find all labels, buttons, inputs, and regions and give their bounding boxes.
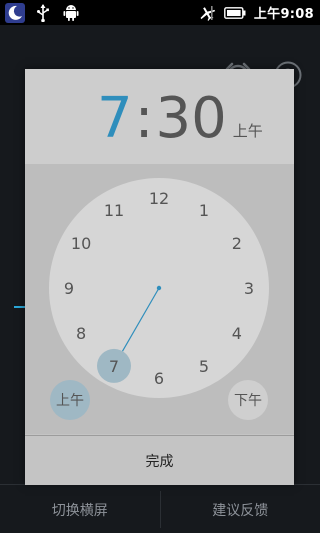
clock-number-2[interactable]: 2 bbox=[232, 234, 242, 253]
hour-display[interactable]: 7 bbox=[97, 91, 133, 147]
rotate-screen-button[interactable]: 切换横屏 bbox=[0, 485, 160, 533]
time-display: 7 : 30 上午 bbox=[97, 87, 263, 147]
moon-icon bbox=[4, 2, 26, 23]
minute-display[interactable]: 30 bbox=[156, 91, 227, 147]
status-time: 上午9:08 bbox=[253, 7, 314, 22]
clock-number-6[interactable]: 6 bbox=[154, 369, 164, 388]
status-left-icons bbox=[4, 2, 88, 23]
clock-center-dot bbox=[156, 285, 162, 291]
done-button[interactable]: 完成 bbox=[25, 435, 294, 485]
time-picker-dialog: 7 : 30 上午 12 1 2 3 4 5 6 7 8 9 10 11 上午 下午 完成 bbox=[25, 69, 294, 485]
battery-icon bbox=[223, 6, 246, 19]
pm-button[interactable]: 下午 bbox=[228, 380, 268, 420]
clock-number-12[interactable]: 12 bbox=[149, 189, 169, 208]
usb-icon bbox=[32, 3, 54, 23]
status-bar: 上午9:08 bbox=[0, 0, 320, 25]
feedback-button[interactable]: 建议反馈 bbox=[161, 485, 320, 533]
clock-number-8[interactable]: 8 bbox=[76, 324, 86, 343]
time-separator: : bbox=[134, 86, 154, 151]
clock-number-11[interactable]: 11 bbox=[104, 201, 124, 220]
screen: 上午9:08 ? bbox=[0, 0, 320, 533]
clock-number-10[interactable]: 10 bbox=[71, 234, 91, 253]
time-header: 7 : 30 上午 bbox=[25, 69, 294, 164]
am-button[interactable]: 上午 bbox=[50, 380, 90, 420]
airplane-mode-icon bbox=[198, 5, 216, 21]
status-right-icons: 上午9:08 bbox=[198, 0, 314, 25]
clock-number-4[interactable]: 4 bbox=[232, 324, 242, 343]
ampm-display[interactable]: 上午 bbox=[233, 120, 263, 141]
clock-number-7[interactable]: 7 bbox=[109, 357, 119, 376]
clock-number-5[interactable]: 5 bbox=[199, 357, 209, 376]
clock-number-3[interactable]: 3 bbox=[244, 279, 254, 298]
android-icon bbox=[60, 3, 82, 23]
clock-number-1[interactable]: 1 bbox=[199, 201, 209, 220]
clock-number-9[interactable]: 9 bbox=[64, 279, 74, 298]
app-bottom-bar: 切换横屏 建议反馈 bbox=[0, 484, 320, 533]
